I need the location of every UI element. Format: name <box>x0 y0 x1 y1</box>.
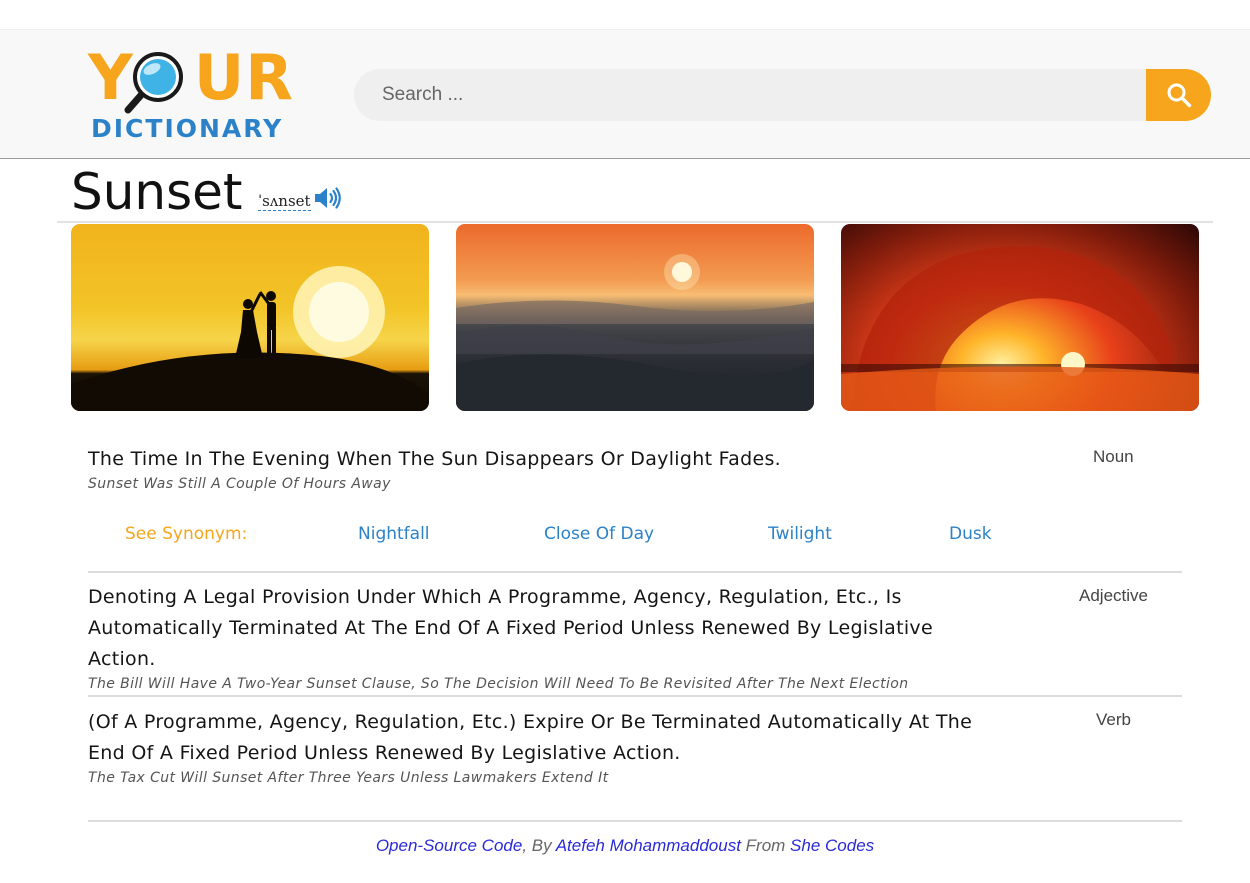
footer-by-text: , By <box>522 836 556 855</box>
definition-adjective: Denoting A Legal Provision Under Which A… <box>88 582 1182 692</box>
definition-example: The Bill Will Have A Two-Year Sunset Cla… <box>88 676 909 692</box>
definition-verb: (Of A Programme, Agency, Regulation, Etc… <box>88 707 1182 786</box>
synonym-label: See Synonym: <box>125 524 248 544</box>
part-of-speech: Noun <box>1093 447 1134 466</box>
page-footer: Open-Source Code, By Atefeh Mohammaddous… <box>0 836 1250 856</box>
divider <box>88 571 1182 573</box>
definition-noun: The Time In The Evening When The Sun Dis… <box>88 444 1182 492</box>
site-header: Y UR DICTIONARY <box>0 30 1250 159</box>
search-button[interactable] <box>1146 69 1211 121</box>
definition-text: Denoting A Legal Provision Under Which A… <box>88 586 933 670</box>
synonym-link[interactable]: Twilight <box>768 524 832 544</box>
top-strip <box>0 0 1250 30</box>
logo-word-dictionary: DICTIONARY <box>91 114 284 143</box>
definition-text: (Of A Programme, Agency, Regulation, Etc… <box>88 711 973 764</box>
definition-example: The Tax Cut Will Sunset After Three Year… <box>88 770 609 786</box>
sunset-image-couple <box>71 224 429 411</box>
author-link[interactable]: Atefeh Mohammaddoust <box>556 836 741 855</box>
footer-from-text: From <box>740 836 791 855</box>
logo-word-your: Y UR <box>88 41 294 114</box>
synonym-link[interactable]: Close Of Day <box>544 524 654 544</box>
search-input[interactable] <box>354 69 1154 121</box>
speaker-icon[interactable] <box>314 187 342 209</box>
headword: Sunset <box>71 163 243 221</box>
definition-text: The Time In The Evening When The Sun Dis… <box>88 448 781 470</box>
synonym-link[interactable]: Dusk <box>949 524 992 544</box>
she-codes-link[interactable]: She Codes <box>790 836 874 855</box>
divider <box>88 695 1182 697</box>
search-icon <box>1167 83 1191 108</box>
sunset-image-ocean <box>456 224 814 411</box>
part-of-speech: Verb <box>1096 710 1131 729</box>
source-code-link[interactable]: Open-Source Code <box>376 836 522 855</box>
site-logo[interactable]: Y UR DICTIONARY <box>88 41 298 148</box>
word-heading-row: Sunset ˈsʌnset <box>57 160 1213 223</box>
sunset-image-wave <box>841 224 1199 411</box>
phonetic-transcription: ˈsʌnset <box>258 192 311 211</box>
search-bar <box>354 69 1211 121</box>
synonym-link[interactable]: Nightfall <box>358 524 430 544</box>
magnifier-logo-icon <box>124 52 183 114</box>
definition-example: Sunset Was Still A Couple Of Hours Away <box>88 476 391 492</box>
part-of-speech: Adjective <box>1079 586 1148 605</box>
divider <box>88 820 1182 822</box>
